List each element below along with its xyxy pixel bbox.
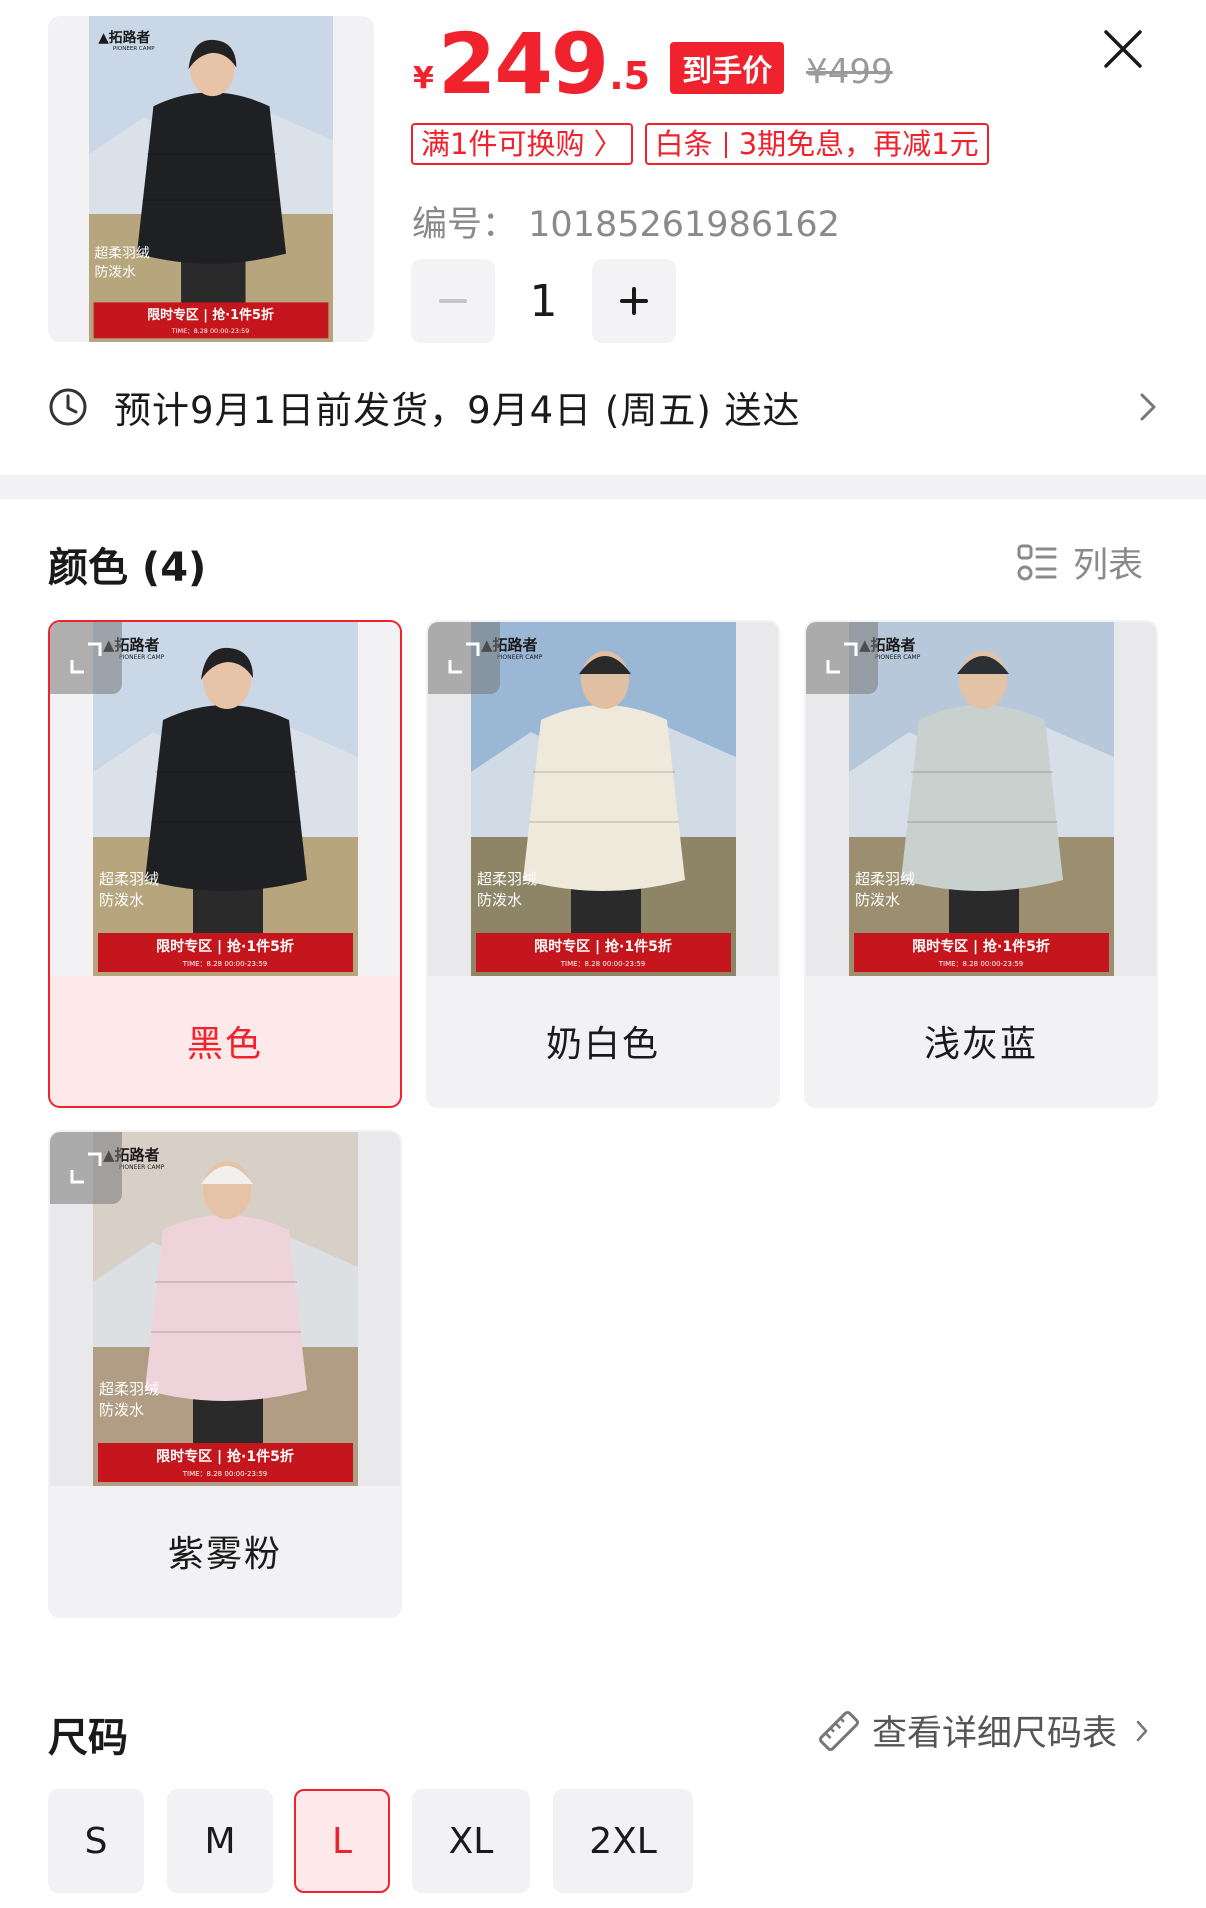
promo-divider bbox=[724, 132, 727, 158]
promo-banner-text: 限时专区 | 抢·1件5折 bbox=[147, 307, 274, 323]
close-button[interactable] bbox=[1098, 24, 1148, 74]
expand-icon bbox=[826, 642, 858, 674]
jacket-shape bbox=[901, 705, 1063, 891]
color-option-misty-pink[interactable]: ▲拓路者 PIONEER CAMP 超柔羽绒 防泼水 限时专区 | 抢·1件5折 TIME… bbox=[48, 1130, 402, 1618]
expand-image-button[interactable] bbox=[428, 622, 500, 694]
poster-tag: 防泼水 bbox=[95, 265, 137, 281]
size-section-title: 尺码 bbox=[48, 1715, 128, 1761]
trade-in-promo-text: 满1件可换购 〉 bbox=[421, 127, 623, 161]
expand-image-button[interactable] bbox=[50, 1132, 122, 1204]
poster-tag: 防泼水 bbox=[99, 891, 144, 909]
installment-promo[interactable]: 白条 3期免息，再减1元 bbox=[644, 123, 989, 165]
brand-logo-en: PIONEER CAMP bbox=[113, 46, 155, 52]
poster-tag: 超柔羽绒 bbox=[99, 1380, 159, 1398]
promo-banner-text: 限时专区 | 抢·1件5折 bbox=[156, 1448, 294, 1465]
delivery-estimate[interactable]: 预计9月1日前发货，9月4日 (周五) 送达 bbox=[48, 372, 1158, 442]
poster-tag: 超柔羽绒 bbox=[477, 870, 537, 888]
expand-icon bbox=[448, 642, 480, 674]
color-option-black[interactable]: ▲拓路者 PIONEER CAMP 超柔羽绒 防泼水 限时专区 | 抢·1件5折 TIME… bbox=[48, 620, 402, 1108]
product-header: ▲拓路者 PIONEER CAMP 超柔羽绒防泼水限时专区 | 抢·1件5折 TIME… bbox=[0, 0, 1206, 475]
poster-tag: 超柔羽绒 bbox=[99, 870, 159, 888]
close-icon bbox=[1104, 30, 1142, 68]
plus-icon bbox=[620, 287, 648, 315]
promo-banner-time: TIME：8.28 00:00-23:59 bbox=[938, 960, 1024, 968]
poster-tag: 防泼水 bbox=[477, 891, 522, 909]
promo-banner-time: TIME：8.28 00:00-23:59 bbox=[182, 960, 268, 968]
chevron-right-icon bbox=[1140, 393, 1156, 421]
size-option-l[interactable]: L bbox=[294, 1789, 390, 1893]
promo-banner-time: TIME：8.28 00:00-23:59 bbox=[171, 327, 250, 335]
size-option-2xl[interactable]: 2XL bbox=[553, 1789, 693, 1893]
product-thumbnail[interactable]: ▲拓路者 PIONEER CAMP 超柔羽绒防泼水限时专区 | 抢·1件5折 TIME… bbox=[48, 16, 374, 342]
quantity-stepper: 1 bbox=[411, 259, 676, 343]
minus-icon bbox=[439, 299, 467, 303]
promo-banner-text: 限时专区 | 抢·1件5折 bbox=[534, 938, 672, 955]
promo-banner-text: 限时专区 | 抢·1件5折 bbox=[156, 938, 294, 955]
chevron-right-icon bbox=[1136, 1720, 1148, 1741]
trade-in-promo[interactable]: 满1件可换购 〉 bbox=[411, 123, 633, 165]
color-option-label: 浅灰蓝 bbox=[923, 1024, 1038, 1065]
brand-logo-en: PIONEER CAMP bbox=[875, 654, 921, 661]
price-row: ¥ 249 .5 到手价 ¥499 bbox=[413, 15, 893, 113]
delivery-text: 预计9月1日前发货，9月4日 (周五) 送达 bbox=[114, 389, 801, 432]
size-chart-link-label: 查看详细尺码表 bbox=[872, 1714, 1118, 1754]
jacket-shape bbox=[145, 1215, 307, 1401]
brand-logo-en: PIONEER CAMP bbox=[497, 654, 543, 661]
section-divider bbox=[0, 475, 1206, 499]
promo-banner-text: 限时专区 | 抢·1件5折 bbox=[912, 938, 1050, 955]
brand-logo: ▲拓路者 bbox=[98, 29, 150, 46]
color-option-cream[interactable]: ▲拓路者 PIONEER CAMP 超柔羽绒 防泼水 限时专区 | 抢·1件5折 TIME… bbox=[426, 620, 780, 1108]
jacket-shape bbox=[523, 705, 685, 891]
product-photo: ▲拓路者PIONEER CAMP超柔羽绒防泼水限时专区 | 抢·1件5折TIME… bbox=[849, 622, 1114, 976]
installment-promo-prefix: 白条 bbox=[654, 127, 713, 161]
size-chart-link[interactable]: 查看详细尺码表 bbox=[818, 1705, 1149, 1756]
price-integer: 249 bbox=[437, 15, 609, 113]
increase-quantity-button[interactable] bbox=[592, 259, 676, 343]
brand-logo-en: PIONEER CAMP bbox=[119, 654, 165, 661]
size-option-xl[interactable]: XL bbox=[412, 1789, 530, 1893]
expand-icon bbox=[70, 642, 102, 674]
poster-tag: 防泼水 bbox=[99, 1401, 144, 1419]
expand-image-button[interactable] bbox=[50, 622, 122, 694]
color-section-title: 颜色 (4) bbox=[48, 545, 207, 591]
quantity-value[interactable]: 1 bbox=[495, 276, 592, 327]
expand-icon bbox=[70, 1152, 102, 1184]
expand-image-button[interactable] bbox=[806, 622, 878, 694]
sku-row: 编号： 10185261986162 bbox=[412, 196, 840, 247]
color-option-label: 黑色 bbox=[186, 1024, 263, 1065]
list-view-label: 列表 bbox=[1073, 546, 1144, 586]
brand-logo-en: PIONEER CAMP bbox=[119, 1164, 165, 1171]
poster-tag: 超柔羽绒 bbox=[855, 870, 915, 888]
list-icon bbox=[1017, 544, 1057, 580]
promo-banner-time: TIME：8.28 00:00-23:59 bbox=[182, 1470, 268, 1478]
decrease-quantity-button[interactable] bbox=[411, 259, 495, 343]
promo-row: 满1件可换购 〉 白条 3期免息，再减1元 bbox=[411, 123, 1001, 165]
size-option-m[interactable]: M bbox=[167, 1789, 273, 1893]
ruler-icon bbox=[818, 1710, 860, 1751]
product-photo: ▲拓路者PIONEER CAMP 超柔羽绒防泼水限时专区 | 抢·1件5折 TIME… bbox=[89, 16, 333, 342]
price-currency: ¥ bbox=[413, 61, 434, 96]
clock-icon bbox=[49, 388, 87, 426]
poster-tag: 超柔羽绒 bbox=[95, 245, 150, 261]
size-option-s[interactable]: S bbox=[48, 1789, 144, 1893]
installment-promo-text: 3期免息，再减1元 bbox=[738, 127, 979, 161]
sku-value: 10185261986162 bbox=[528, 205, 840, 245]
original-price: ¥499 bbox=[806, 52, 893, 92]
jacket-shape bbox=[145, 705, 307, 891]
poster-tag: 防泼水 bbox=[855, 891, 900, 909]
color-option-light-grey-blue[interactable]: ▲拓路者 PIONEER CAMP 超柔羽绒 防泼水 限时专区 | 抢·1件5折 TIME… bbox=[804, 620, 1158, 1108]
price-decimal: .5 bbox=[609, 54, 651, 98]
final-price-tag: 到手价 bbox=[670, 42, 785, 94]
list-view-toggle[interactable]: 列表 bbox=[1017, 537, 1143, 588]
jacket-shape bbox=[136, 92, 287, 264]
product-photo: ▲拓路者PIONEER CAMP超柔羽绒防泼水限时专区 | 抢·1件5折TIME… bbox=[93, 1132, 358, 1486]
product-photo: ▲拓路者PIONEER CAMP超柔羽绒防泼水限时专区 | 抢·1件5折TIME… bbox=[471, 622, 736, 976]
sku-label: 编号： bbox=[412, 205, 518, 245]
promo-banner-time: TIME：8.28 00:00-23:59 bbox=[560, 960, 646, 968]
color-option-label: 奶白色 bbox=[545, 1024, 660, 1065]
product-photo: ▲拓路者PIONEER CAMP超柔羽绒防泼水限时专区 | 抢·1件5折TIME… bbox=[93, 622, 358, 976]
color-option-label: 紫雾粉 bbox=[167, 1534, 282, 1575]
